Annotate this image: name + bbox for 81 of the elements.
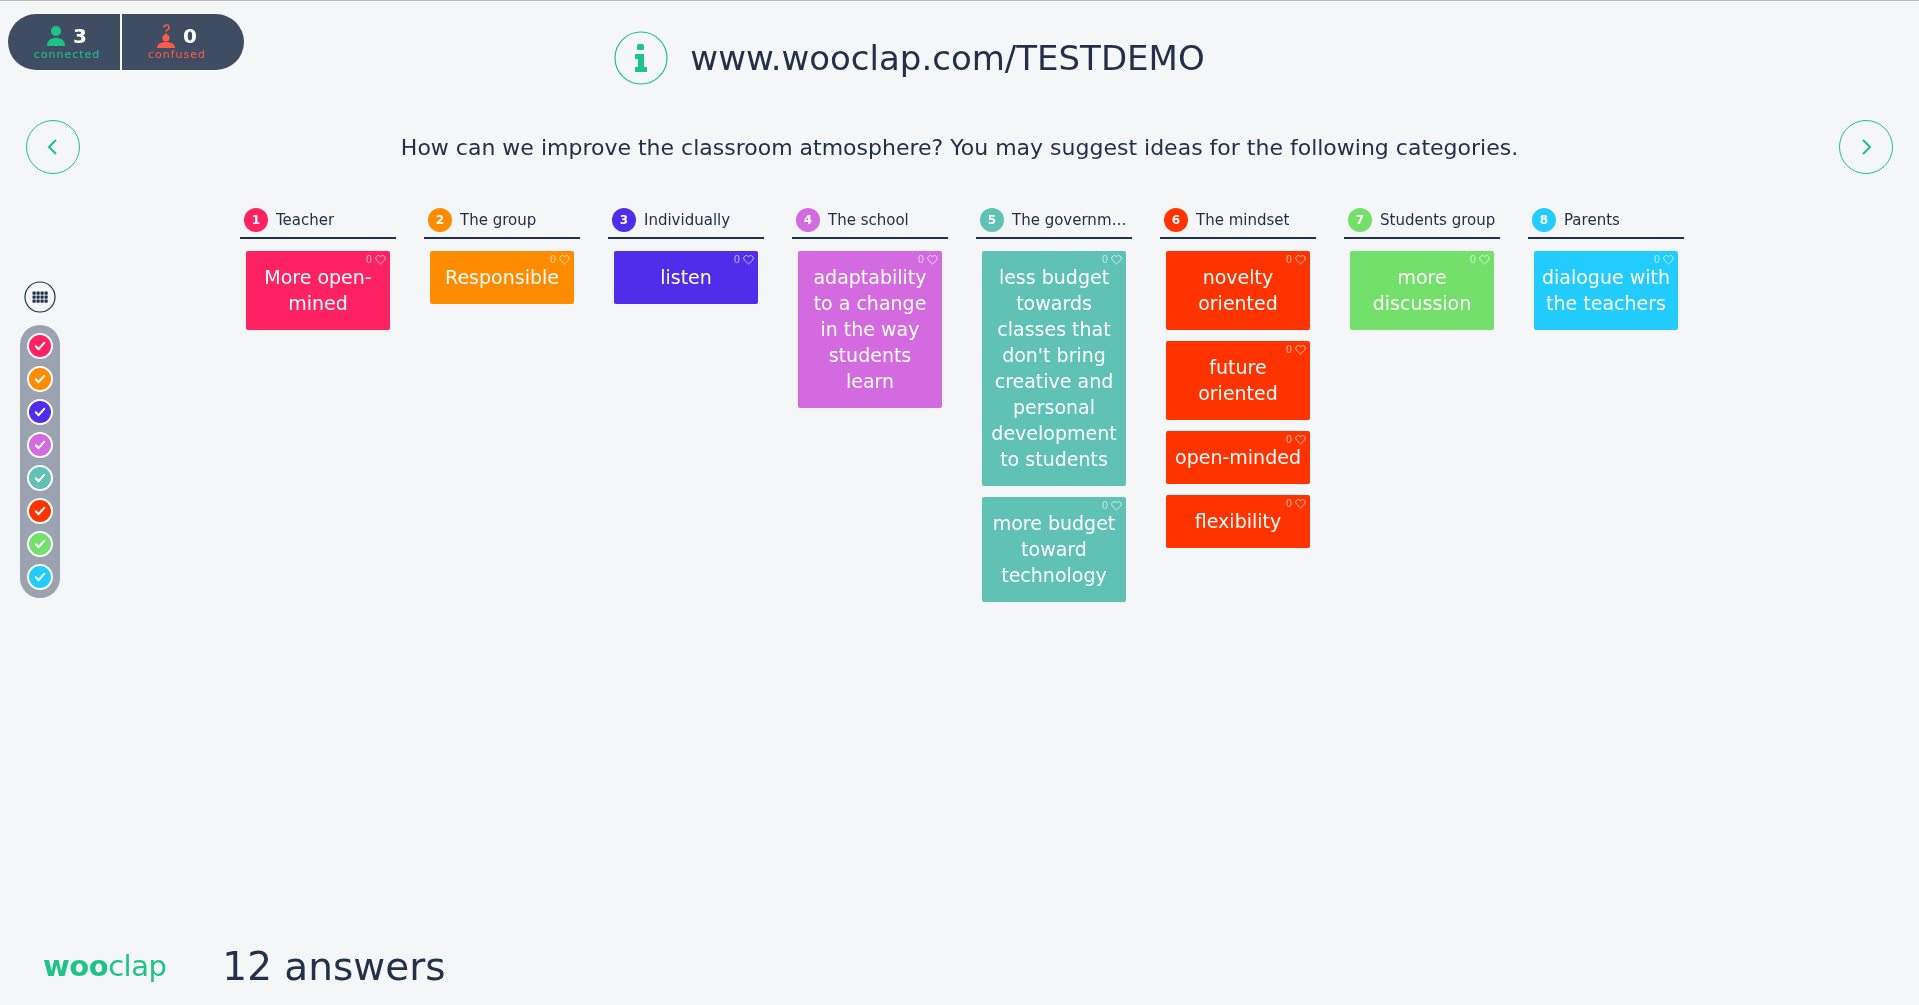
heart-icon[interactable] bbox=[1295, 345, 1306, 355]
like-count: 0 bbox=[1469, 254, 1476, 266]
confused-person-icon bbox=[157, 23, 176, 48]
category-toggle[interactable] bbox=[27, 531, 53, 557]
checkmark-icon bbox=[33, 471, 47, 485]
heart-icon[interactable] bbox=[1295, 435, 1306, 445]
category-toggle[interactable] bbox=[27, 498, 53, 524]
idea-text: More open-mined bbox=[264, 266, 372, 314]
checkmark-icon bbox=[33, 438, 47, 452]
category-number: 6 bbox=[1164, 208, 1188, 232]
heart-icon[interactable] bbox=[375, 255, 386, 265]
checkmark-icon bbox=[33, 570, 47, 584]
category-title: Teacher bbox=[276, 211, 335, 229]
category-number: 4 bbox=[796, 208, 820, 232]
checkmark-icon bbox=[33, 504, 47, 518]
wooclap-logo: wooclap bbox=[43, 949, 167, 983]
like-count: 0 bbox=[1285, 344, 1292, 356]
like-count: 0 bbox=[549, 254, 556, 266]
category-toggle[interactable] bbox=[27, 465, 53, 491]
checkmark-icon bbox=[33, 537, 47, 551]
category-toggle[interactable] bbox=[27, 432, 53, 458]
category-toggle[interactable] bbox=[27, 564, 53, 590]
chevron-left-icon bbox=[46, 138, 60, 156]
checkmark-icon bbox=[33, 372, 47, 386]
like-count: 0 bbox=[1285, 498, 1292, 510]
like-count: 0 bbox=[1285, 254, 1292, 266]
person-icon bbox=[47, 25, 66, 46]
category-title: Parents bbox=[1564, 211, 1620, 229]
like-count: 0 bbox=[1285, 434, 1292, 446]
idea-text: listen bbox=[660, 266, 712, 288]
heart-icon[interactable] bbox=[927, 255, 938, 265]
like-count: 0 bbox=[365, 254, 372, 266]
idea-text: future oriented bbox=[1198, 356, 1278, 404]
category-toggle[interactable] bbox=[27, 333, 53, 359]
count-label: connected bbox=[33, 47, 101, 61]
session-url: www.wooclap.com/TESTDEMO bbox=[690, 38, 1205, 78]
idea-text: adaptability to a change in the way students learn bbox=[813, 266, 927, 392]
category-number: 1 bbox=[244, 208, 268, 232]
idea-text: flexibility bbox=[1194, 510, 1282, 532]
chevron-right-icon bbox=[1859, 138, 1873, 156]
heart-icon[interactable] bbox=[559, 255, 570, 265]
category-toggle[interactable] bbox=[27, 366, 53, 392]
idea-text: less budget towards classes that don't bring creative and personal development to students bbox=[991, 266, 1117, 470]
like-count: 0 bbox=[1653, 254, 1660, 266]
category-number: 8 bbox=[1532, 208, 1556, 232]
idea-text: Responsible bbox=[445, 266, 559, 288]
heart-icon[interactable] bbox=[1295, 499, 1306, 509]
category-toggle[interactable] bbox=[27, 399, 53, 425]
category-title: The mindset bbox=[1196, 211, 1290, 229]
info-icon[interactable] bbox=[614, 31, 669, 85]
checkmark-icon bbox=[33, 339, 47, 353]
answer-count: 12 answers bbox=[222, 943, 446, 989]
count-label: confused bbox=[147, 47, 207, 61]
like-count: 0 bbox=[917, 254, 924, 266]
idea-text: dialogue with the teachers bbox=[1542, 266, 1670, 314]
category-title: The school bbox=[828, 211, 909, 229]
heart-icon[interactable] bbox=[1663, 255, 1674, 265]
count: 0 bbox=[183, 23, 197, 48]
grid-icon[interactable] bbox=[24, 281, 56, 313]
category-number: 2 bbox=[428, 208, 452, 232]
heart-icon[interactable] bbox=[743, 255, 754, 265]
heart-icon[interactable] bbox=[1295, 255, 1306, 265]
category-number: 3 bbox=[612, 208, 636, 232]
like-count: 0 bbox=[1101, 254, 1108, 266]
heart-icon[interactable] bbox=[1111, 255, 1122, 265]
category-title: Individually bbox=[644, 211, 731, 229]
like-count: 0 bbox=[733, 254, 740, 266]
question-text: How can we improve the classroom atmosphere? You may suggest ideas for the following categories. bbox=[400, 134, 1519, 160]
category-number: 7 bbox=[1348, 208, 1372, 232]
category-title: The group bbox=[460, 211, 537, 229]
category-title: Students group bbox=[1380, 211, 1496, 229]
idea-text: open-minded bbox=[1175, 446, 1301, 468]
count: 3 bbox=[73, 23, 87, 48]
like-count: 0 bbox=[1101, 500, 1108, 512]
checkmark-icon bbox=[33, 405, 47, 419]
idea-text: more discussion bbox=[1372, 266, 1472, 314]
heart-icon[interactable] bbox=[1111, 501, 1122, 511]
category-title: The governm… bbox=[1012, 211, 1127, 229]
idea-text: novelty oriented bbox=[1198, 266, 1278, 314]
category-number: 5 bbox=[980, 208, 1004, 232]
idea-text: more budget toward technology bbox=[992, 512, 1116, 586]
